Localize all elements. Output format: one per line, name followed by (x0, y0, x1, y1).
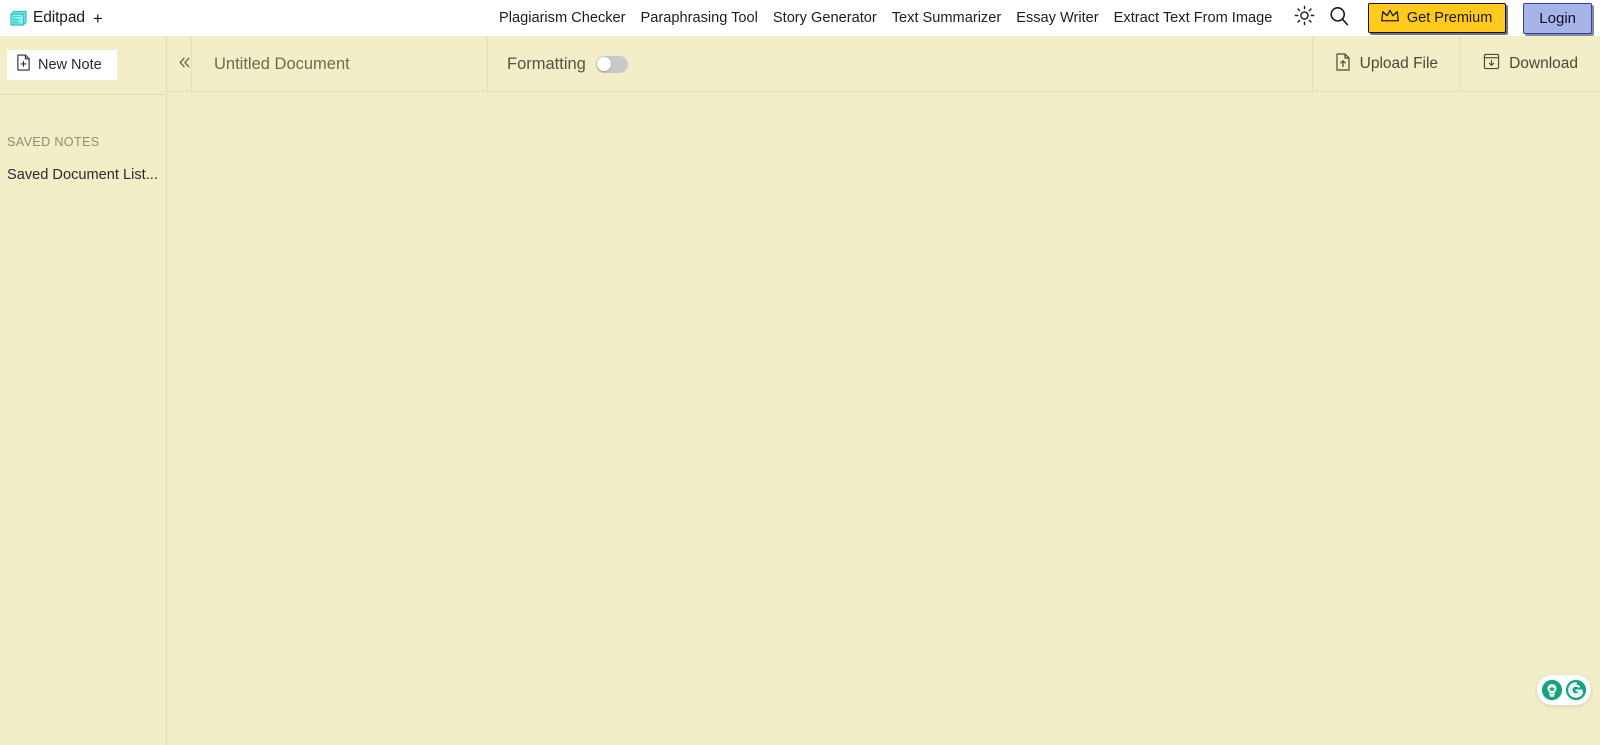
sidebar-divider (0, 94, 167, 95)
grammarly-g-icon[interactable] (1565, 679, 1587, 701)
crown-icon (1380, 8, 1400, 29)
nav-link-essay-writer[interactable]: Essay Writer (1016, 0, 1098, 36)
nav-link-story-generator[interactable]: Story Generator (773, 0, 877, 36)
notepad-icon (9, 9, 28, 28)
sidebar-item-saved-document-list[interactable]: Saved Document List... (7, 167, 159, 183)
new-note-button[interactable]: New Note (7, 50, 117, 80)
formatting-label: Formatting (507, 54, 586, 73)
file-plus-icon (16, 54, 31, 76)
brand-plus: + (92, 8, 103, 28)
grammarly-widget[interactable] (1537, 675, 1591, 705)
nav-link-text-summarizer[interactable]: Text Summarizer (892, 0, 1001, 36)
lightbulb-icon[interactable] (1541, 679, 1563, 701)
upload-file-label: Upload File (1359, 55, 1439, 72)
sun-icon (1294, 5, 1315, 31)
formatting-toggle-group[interactable]: Formatting (507, 36, 628, 92)
formatting-toggle-switch[interactable] (595, 55, 628, 73)
toggle-knob (597, 57, 612, 71)
brand-name: Editpad (33, 9, 85, 26)
nav-link-paraphrasing-tool[interactable]: Paraphrasing Tool (641, 0, 758, 36)
upload-file-button[interactable]: Upload File (1311, 36, 1460, 92)
document-header-actions: Upload File Download (1311, 36, 1600, 92)
document-header-toolbar: Formatting Upload File (167, 36, 1600, 92)
search-icon (1328, 5, 1350, 32)
chevron-double-left-icon (177, 55, 192, 73)
get-premium-label: Get Premium (1406, 10, 1493, 26)
nav-link-extract-text-from-image[interactable]: Extract Text From Image (1114, 0, 1273, 36)
login-button[interactable]: Login (1523, 2, 1592, 34)
document-editor-area[interactable] (167, 92, 1600, 745)
brand-logo-link[interactable]: Editpad + (9, 9, 103, 28)
document-title-cell (191, 36, 488, 92)
nav-right-controls: Get Premium Login (1290, 0, 1600, 36)
new-note-label: New Note (38, 57, 102, 73)
file-upload-icon (1335, 52, 1351, 76)
main-nav-links: Plagiarism Checker Paraphrasing Tool Sto… (499, 0, 1272, 36)
download-label: Download (1509, 55, 1578, 72)
document-title-input[interactable] (192, 54, 487, 74)
download-button[interactable]: Download (1460, 36, 1600, 92)
get-premium-button[interactable]: Get Premium (1367, 3, 1507, 33)
download-box-icon (1483, 53, 1500, 75)
theme-toggle-button[interactable] (1290, 3, 1320, 33)
login-label: Login (1539, 9, 1576, 27)
saved-notes-section-title: SAVED NOTES (7, 135, 100, 149)
search-button[interactable] (1324, 3, 1354, 33)
nav-link-plagiarism-checker[interactable]: Plagiarism Checker (499, 0, 626, 36)
top-navigation-bar: Editpad + Plagiarism Checker Paraphrasin… (0, 0, 1600, 36)
sidebar: New Note SAVED NOTES Saved Document List… (0, 36, 167, 745)
